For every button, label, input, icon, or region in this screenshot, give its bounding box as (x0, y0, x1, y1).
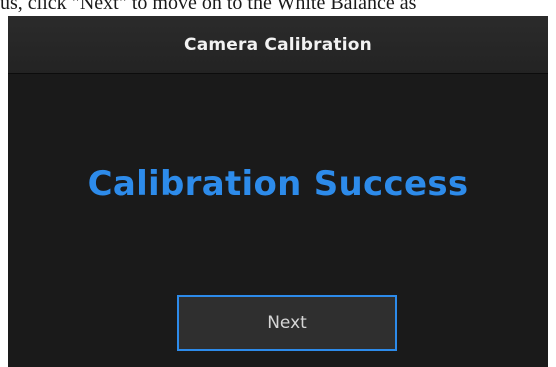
next-button[interactable]: Next (177, 295, 397, 351)
document-caption: us, click "Next" to move on to the White… (0, 0, 417, 14)
calibration-status-message: Calibration Success (87, 164, 469, 204)
dialog-content: Calibration Success Next (8, 74, 548, 367)
dialog-title: Camera Calibration (184, 34, 372, 55)
dialog-titlebar: Camera Calibration (8, 16, 548, 74)
camera-calibration-dialog: Camera Calibration Calibration Success N… (0, 16, 556, 367)
